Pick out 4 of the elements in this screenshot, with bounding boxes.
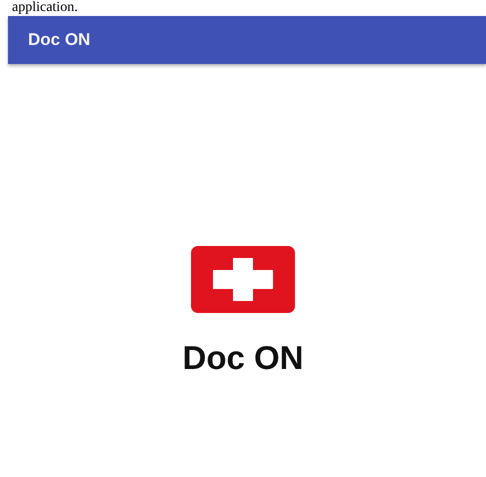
document-text: application. <box>11 0 79 16</box>
app-name: Doc ON <box>182 339 304 377</box>
medical-cross-logo-icon <box>191 246 295 313</box>
app-title: Doc ON <box>28 30 90 50</box>
